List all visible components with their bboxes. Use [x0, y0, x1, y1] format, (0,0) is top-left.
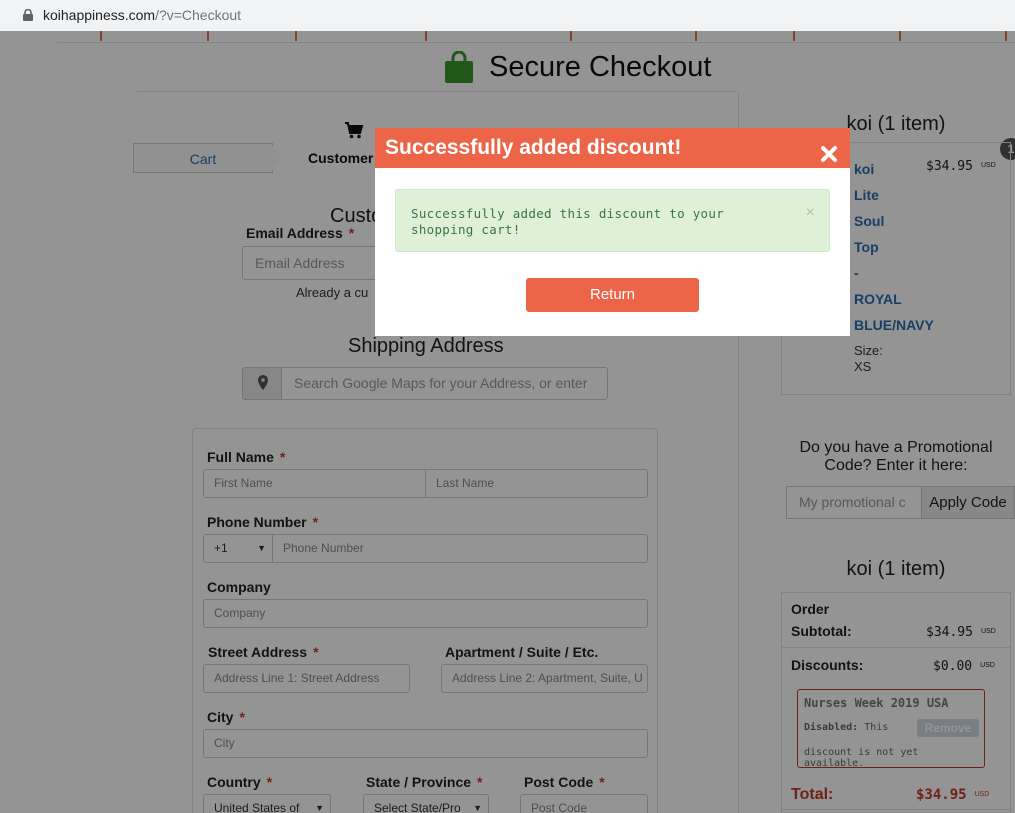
- lock-icon: [23, 9, 33, 21]
- url-path: /?v=Checkout: [155, 7, 242, 23]
- success-alert: Successfully added this discount to your…: [395, 189, 830, 252]
- success-message: Successfully added this discount to your…: [411, 206, 725, 237]
- url-text[interactable]: koihappiness.com/?v=Checkout: [43, 7, 241, 23]
- return-button[interactable]: Return: [526, 278, 699, 312]
- address-bar[interactable]: koihappiness.com/?v=Checkout: [0, 0, 1015, 31]
- discount-modal: Successfully added discount! Successfull…: [375, 128, 850, 336]
- modal-header: Successfully added discount!: [375, 128, 850, 168]
- dismiss-alert-icon[interactable]: ×: [806, 204, 815, 222]
- url-host: koihappiness.com: [43, 7, 156, 23]
- close-icon[interactable]: [820, 145, 838, 163]
- modal-title: Successfully added discount!: [385, 136, 682, 159]
